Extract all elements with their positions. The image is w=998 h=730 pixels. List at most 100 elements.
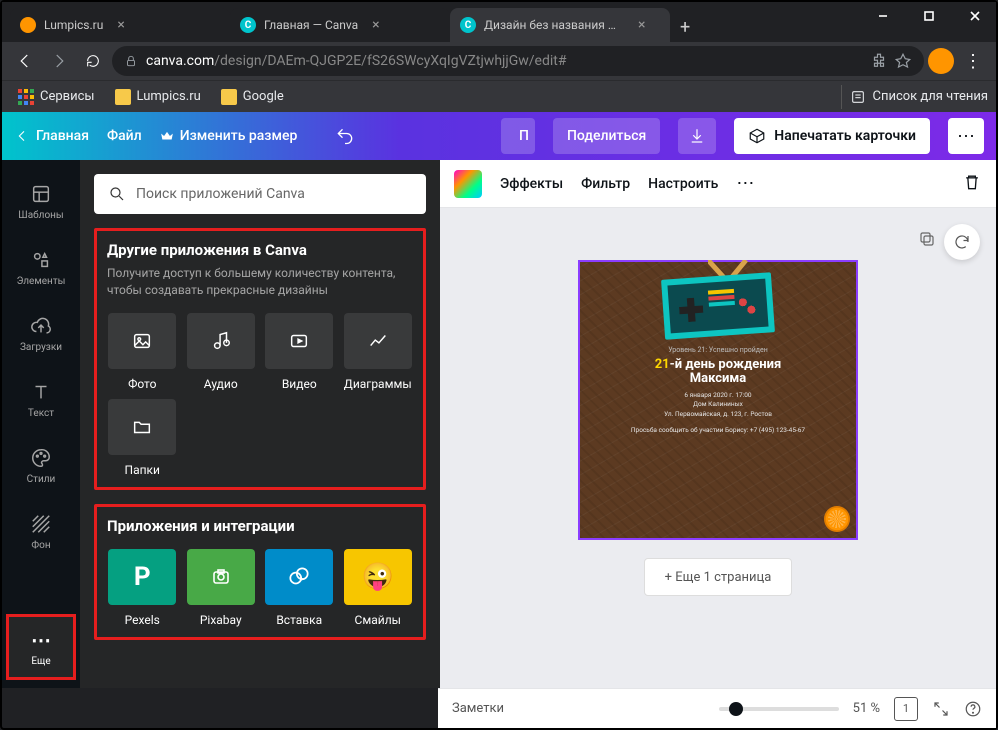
- sidenav-more[interactable]: ⋯ Еще: [6, 614, 76, 680]
- orange-badge-icon: [824, 506, 850, 532]
- copy-icon: [918, 230, 936, 248]
- folder-icon: [115, 89, 131, 105]
- notes-button[interactable]: Заметки: [452, 701, 504, 716]
- sidenav-elements[interactable]: Элементы: [2, 234, 80, 300]
- zoom-value[interactable]: 51 %: [853, 701, 880, 716]
- url-domain: canva.com: [146, 53, 214, 69]
- url-field[interactable]: canva.com/design/DAEm-QJGP2E/fS26SWcyXqI…: [112, 46, 924, 76]
- search-icon: [108, 185, 126, 203]
- sidenav-background[interactable]: Фон: [2, 498, 80, 564]
- chart-icon: [367, 330, 389, 352]
- chevron-left-icon: [14, 128, 30, 144]
- templates-icon: [29, 182, 53, 206]
- app-pixabay[interactable]: Pixabay: [186, 549, 257, 627]
- back-button[interactable]: [10, 46, 40, 76]
- minimize-button[interactable]: [860, 0, 906, 32]
- maximize-button[interactable]: [906, 0, 952, 32]
- redo-icon: [953, 233, 971, 251]
- adjust-button[interactable]: Настроить: [648, 176, 718, 192]
- reading-list-button[interactable]: Список для чтения: [872, 89, 988, 104]
- forward-button[interactable]: [44, 46, 74, 76]
- more-actions-button[interactable]: ⋯: [948, 118, 984, 154]
- design-title: 21-й день рожденияМаксима: [655, 358, 782, 387]
- search-placeholder: Поиск приложений Canva: [136, 186, 305, 202]
- extensions-icon[interactable]: [870, 52, 888, 70]
- bookmark-item[interactable]: Lumpics.ru: [107, 85, 209, 109]
- fullscreen-icon[interactable]: [932, 700, 950, 718]
- app-pexels[interactable]: P Pexels: [107, 549, 178, 627]
- trash-icon: [962, 172, 982, 192]
- color-picker-button[interactable]: [454, 170, 482, 198]
- sidenav-templates[interactable]: Шаблоны: [2, 168, 80, 234]
- section-title: Другие приложения в Canva: [107, 241, 413, 259]
- canvas-viewport[interactable]: Уровень 21: Успешно пройден 21-й день ро…: [440, 208, 996, 688]
- app-embed[interactable]: Вставка: [264, 549, 335, 627]
- chrome-menu-button[interactable]: ⋮: [958, 46, 988, 76]
- sidenav-styles[interactable]: Стили: [2, 432, 80, 498]
- zoom-thumb[interactable]: [729, 702, 743, 716]
- new-tab-button[interactable]: +: [670, 12, 700, 42]
- paywall-button[interactable]: П: [501, 118, 535, 154]
- delete-button[interactable]: [962, 172, 982, 196]
- apps-search-input[interactable]: Поиск приложений Canva: [94, 174, 426, 214]
- section-subtitle: Получите доступ к большему количеству ко…: [107, 265, 413, 299]
- bottom-bar: Заметки 51 % 1: [438, 688, 996, 728]
- design-canvas[interactable]: Уровень 21: Успешно пройден 21-й день ро…: [580, 262, 856, 538]
- browser-tab[interactable]: C Главная — Canva ×: [230, 8, 450, 42]
- tab-title: Дизайн без названия — Пригл: [484, 18, 624, 32]
- app-photo[interactable]: Фото: [107, 313, 178, 391]
- crown-icon: [160, 129, 174, 143]
- page-count-button[interactable]: 1: [894, 697, 918, 721]
- filter-button[interactable]: Фильтр: [581, 176, 630, 192]
- file-menu[interactable]: Файл: [107, 128, 142, 144]
- app-video[interactable]: Видео: [264, 313, 335, 391]
- zoom-slider[interactable]: [719, 707, 839, 711]
- download-button[interactable]: [678, 118, 716, 154]
- bookmark-label: Google: [243, 89, 284, 104]
- close-tab-icon[interactable]: ×: [372, 17, 379, 33]
- add-page-bar[interactable]: + Еще 1 страница: [644, 558, 793, 596]
- url-path: /design/DAEm-QJGP2E/fS26SWcyXqIgVZtjwhjj…: [214, 53, 566, 69]
- cloud-upload-icon: [29, 314, 53, 338]
- print-button[interactable]: Напечатать карточки: [734, 118, 930, 154]
- browser-tab[interactable]: Lumpics.ru ×: [10, 8, 230, 42]
- video-icon: [288, 330, 310, 352]
- canvas-area: Эффекты Фильтр Настроить ⋯ Уровень 21: У…: [440, 160, 996, 688]
- close-window-button[interactable]: [952, 0, 998, 32]
- app-charts[interactable]: Диаграммы: [343, 313, 414, 391]
- embed-icon: [265, 549, 333, 605]
- lock-icon: [124, 54, 138, 68]
- more-icon: ⋯: [29, 628, 53, 652]
- close-tab-icon[interactable]: ×: [638, 17, 645, 33]
- star-icon[interactable]: [894, 52, 912, 70]
- reload-button[interactable]: [78, 46, 108, 76]
- close-tab-icon[interactable]: ×: [117, 17, 124, 33]
- share-button[interactable]: Поделиться: [553, 118, 660, 154]
- download-icon: [688, 127, 706, 145]
- design-selection[interactable]: Уровень 21: Успешно пройден 21-й день ро…: [578, 260, 858, 540]
- app-audio[interactable]: Аудио: [186, 313, 257, 391]
- section-title: Приложения и интеграции: [107, 517, 413, 535]
- palette-icon: [29, 446, 53, 470]
- app-emoji[interactable]: 😜 Смайлы: [343, 549, 414, 627]
- redo-fab[interactable]: [944, 224, 980, 260]
- profile-avatar[interactable]: [928, 48, 954, 74]
- duplicate-page-button[interactable]: [912, 224, 942, 254]
- app-folders[interactable]: Папки: [107, 399, 178, 477]
- elements-icon: [29, 248, 53, 272]
- more-toolbar-button[interactable]: ⋯: [736, 173, 754, 194]
- undo-icon[interactable]: [335, 126, 355, 146]
- bookmark-item[interactable]: Google: [213, 85, 292, 109]
- browser-tab-active[interactable]: C Дизайн без названия — Пригл ×: [450, 8, 670, 42]
- window-controls: [860, 0, 998, 32]
- help-icon[interactable]: [964, 700, 982, 718]
- effects-button[interactable]: Эффекты: [500, 176, 563, 192]
- folder-icon: [221, 89, 237, 105]
- sidenav-uploads[interactable]: Загрузки: [2, 300, 80, 366]
- canva-topbar: Главная Файл Изменить размер П Поделитьс…: [2, 112, 996, 160]
- package-icon: [748, 127, 766, 145]
- home-link[interactable]: Главная: [14, 128, 89, 144]
- sidenav-text[interactable]: Текст: [2, 366, 80, 432]
- apps-button[interactable]: Сервисы: [10, 85, 103, 109]
- resize-button[interactable]: Изменить размер: [160, 128, 298, 144]
